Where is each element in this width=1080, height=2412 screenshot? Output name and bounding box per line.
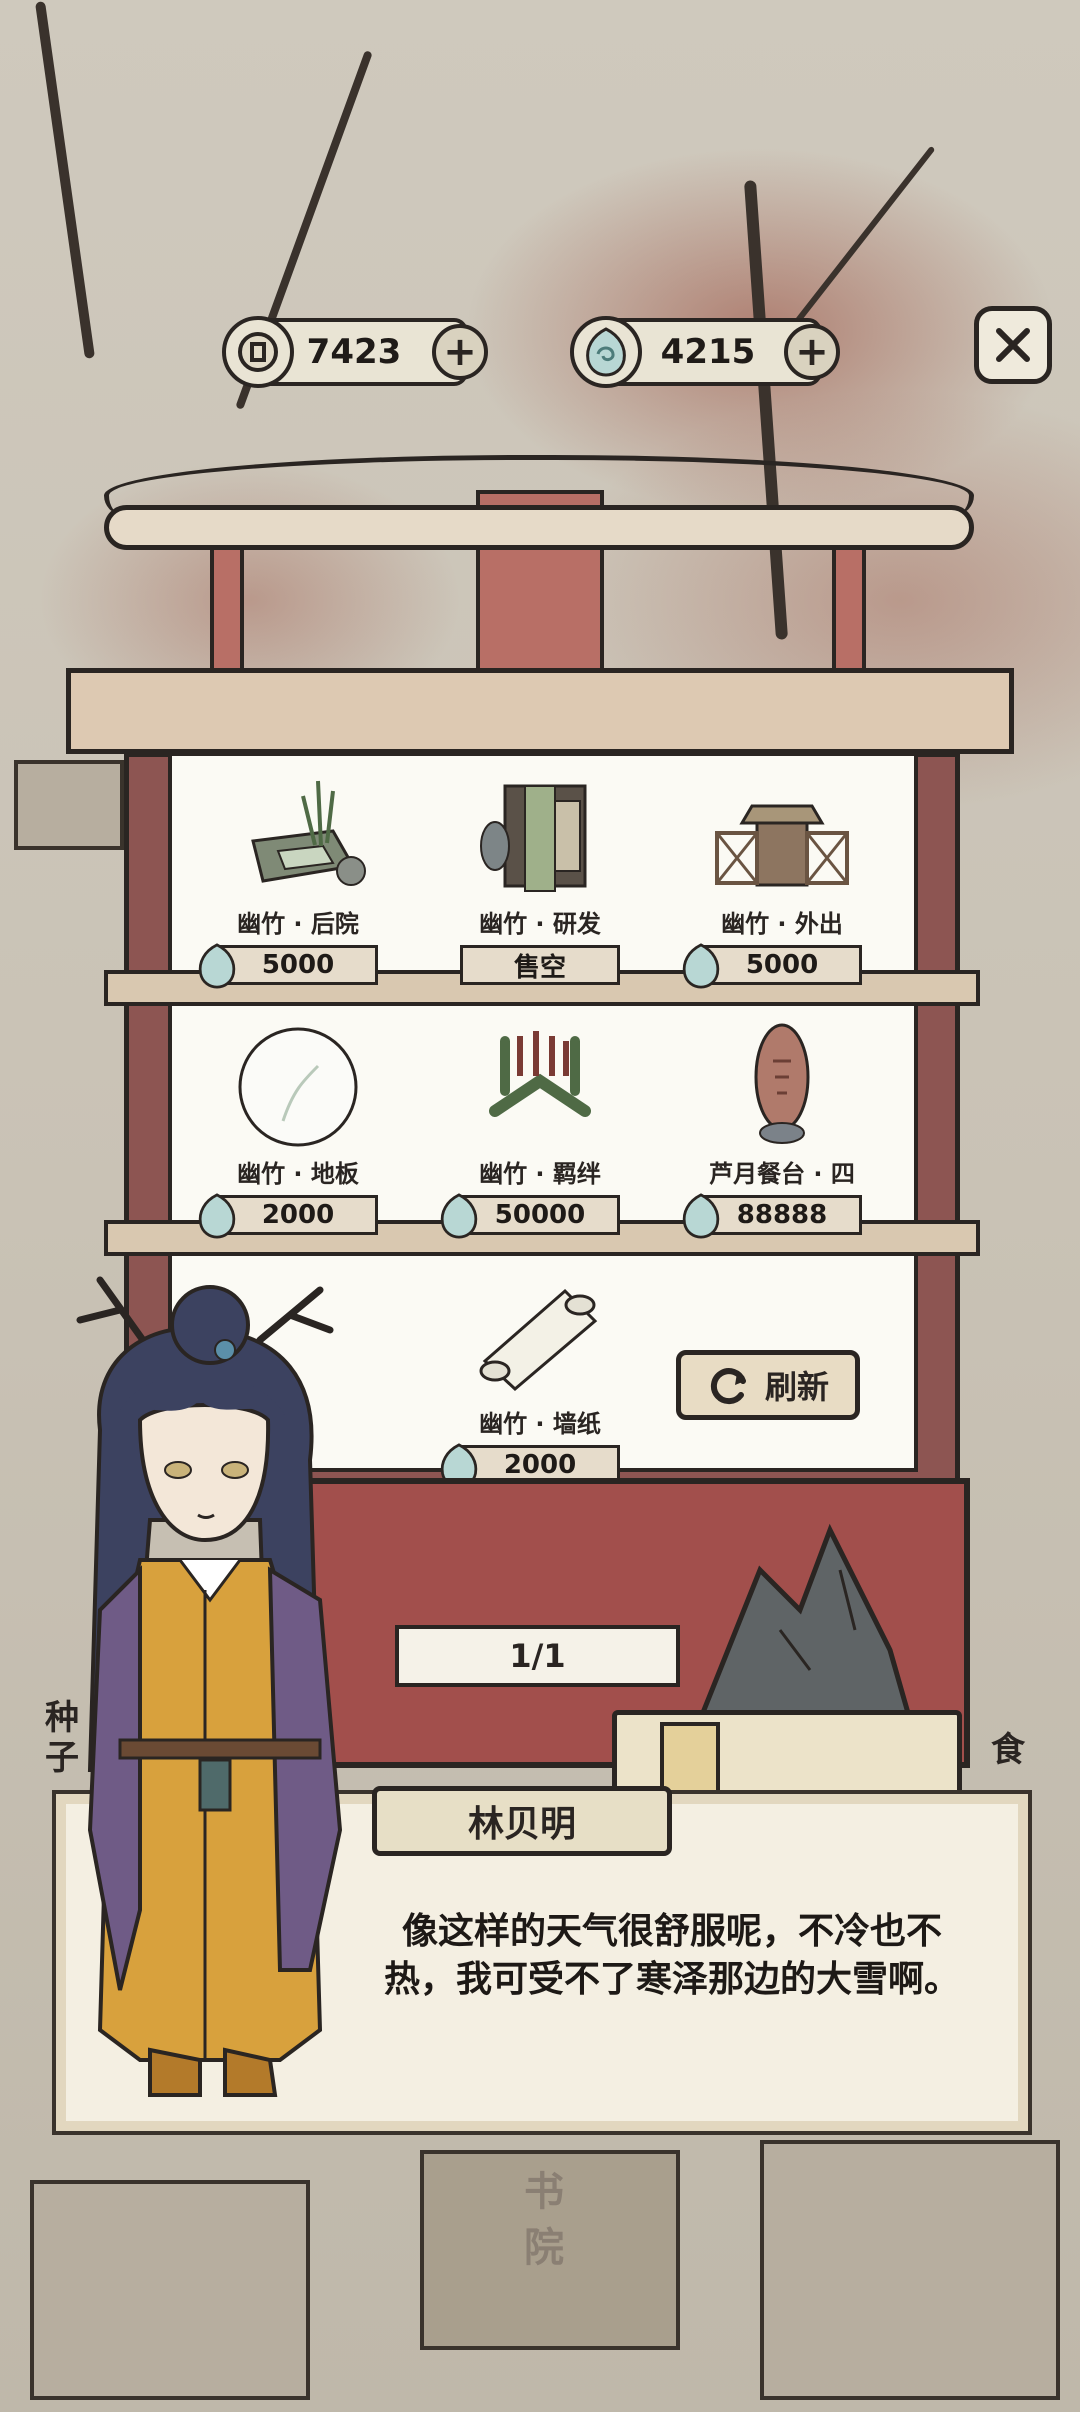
item-name: 幽竹 · 后院: [237, 910, 359, 938]
jade-icon: [682, 1193, 720, 1239]
jade-icon: [198, 943, 236, 989]
research-art: [460, 770, 620, 900]
price-value: 5000: [261, 950, 335, 980]
shelf-post: [832, 540, 866, 680]
item-price: 售空: [460, 945, 620, 985]
background-building: [760, 2140, 1060, 2400]
item-price: 50000: [440, 1193, 620, 1239]
shop-item-backyard[interactable]: 幽竹 · 后院 5000: [193, 770, 403, 989]
price-value: 2000: [261, 1200, 335, 1230]
add-jade-button[interactable]: +: [784, 324, 840, 380]
item-price: 5000: [682, 943, 862, 989]
page-indicator-text: 1/1: [509, 1637, 566, 1675]
shelf-roof-beam: [104, 505, 974, 550]
price-value: 5000: [745, 950, 819, 980]
shelf-top: [66, 668, 1014, 754]
shop-item-outing[interactable]: 幽竹 · 外出 5000: [677, 770, 887, 989]
academy-sign: 书院: [524, 2169, 564, 2271]
close-icon: [996, 328, 1030, 362]
price-value: 50000: [494, 1200, 586, 1230]
item-name: 幽竹 · 研发: [479, 910, 601, 938]
wallpaper-art: [460, 1270, 620, 1400]
jade-icon: [682, 943, 720, 989]
jade-icon: [570, 316, 642, 388]
add-coin-button[interactable]: +: [432, 324, 488, 380]
item-name: 幽竹 · 外出: [721, 910, 843, 938]
outing-art: [702, 770, 862, 900]
item-name: 幽竹 · 墙纸: [479, 1410, 601, 1438]
background-building: [30, 2180, 310, 2400]
floor-art: [218, 1020, 378, 1150]
speaker-name: 林贝明: [467, 1804, 576, 1845]
dialog-text: 像这样的天气很舒服呢，不冷也不热，我可受不了寒泽那边的大雪啊。: [383, 1911, 960, 2000]
backyard-art: [218, 770, 378, 900]
price-value: 88888: [736, 1200, 828, 1230]
dining-table-art: [702, 1020, 862, 1150]
item-price: 88888: [682, 1193, 862, 1239]
item-name: 幽竹 · 羁绊: [479, 1160, 601, 1188]
price-value: 2000: [503, 1450, 577, 1480]
bond-art: [460, 1020, 620, 1150]
item-name: 芦月餐台 · 四: [709, 1160, 855, 1188]
coin-value: 7423: [306, 332, 402, 372]
item-price: 2000: [198, 1193, 378, 1239]
jade-value: 4215: [660, 332, 756, 372]
price-value: 售空: [513, 952, 566, 983]
side-tab-food[interactable]: 食: [982, 1730, 1034, 1770]
shop-item-dining-table[interactable]: 芦月餐台 · 四 88888: [677, 1020, 887, 1239]
speaker-nameplate: 林贝明: [372, 1786, 672, 1856]
shop-item-wallpaper[interactable]: 幽竹 · 墙纸 2000: [435, 1270, 645, 1489]
close-button[interactable]: [974, 306, 1052, 384]
character-portrait: [60, 1270, 360, 2110]
item-name: 幽竹 · 地板: [237, 1160, 359, 1188]
mountain-rock: [690, 1510, 920, 1740]
jade-icon: [198, 1193, 236, 1239]
refresh-label: 刷新: [764, 1368, 829, 1406]
refresh-icon: [710, 1368, 746, 1405]
background-building: 书院: [420, 2150, 680, 2350]
shelf-post: [210, 540, 244, 680]
page-indicator: 1/1: [395, 1625, 680, 1687]
shop-item-bond[interactable]: 幽竹 · 羁绊 50000: [435, 1020, 645, 1239]
jade-icon: [440, 1193, 478, 1239]
shop-item-research[interactable]: 幽竹 · 研发 售空: [435, 770, 645, 985]
refresh-button[interactable]: 刷新: [676, 1350, 860, 1420]
shop-item-floor[interactable]: 幽竹 · 地板 2000: [193, 1020, 403, 1239]
coin-icon: [222, 316, 294, 388]
item-price: 5000: [198, 943, 378, 989]
background-building: [14, 760, 124, 850]
